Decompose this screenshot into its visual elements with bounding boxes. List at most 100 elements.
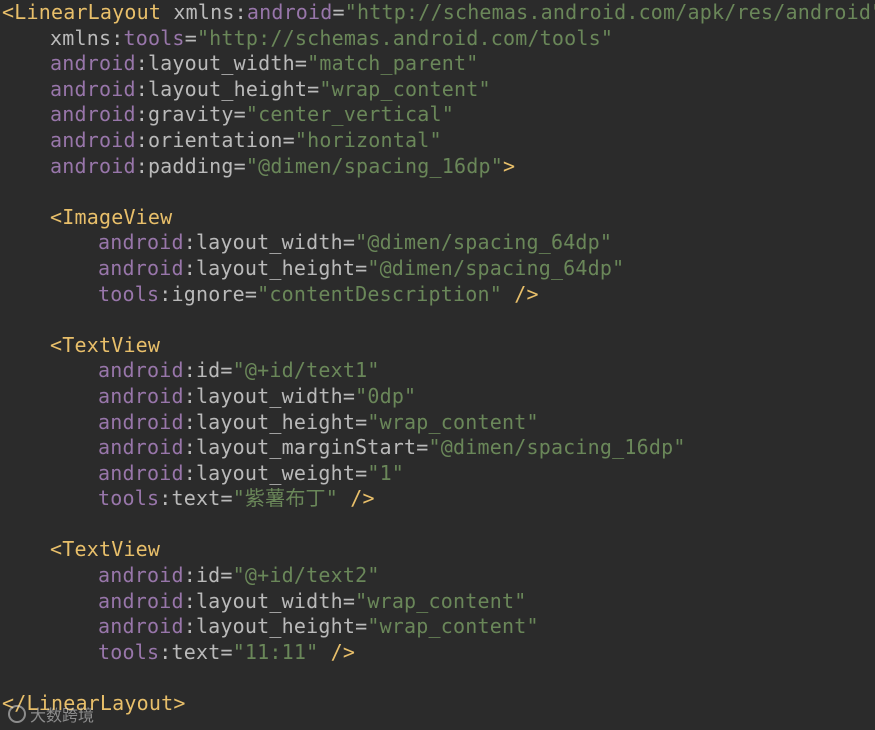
code-line[interactable]: <LinearLayout xmlns:android="http://sche… (2, 0, 875, 26)
code-token-str: "wrap_content" (367, 409, 539, 434)
code-token-attr: layout_height (147, 76, 308, 101)
code-token-tag: /> (337, 486, 375, 511)
code-line[interactable]: tools:text="11:11" /> (2, 640, 875, 666)
code-line[interactable]: android:layout_weight="1" (2, 461, 875, 487)
code-token-attr: layout_weight (195, 460, 356, 485)
code-token-str: "@+id/text2" (232, 563, 380, 588)
code-token-str: "0dp" (355, 383, 417, 408)
code-line[interactable] (2, 307, 875, 333)
code-line[interactable]: android:layout_width="wrap_content" (2, 589, 875, 615)
code-editor[interactable]: <LinearLayout xmlns:android="http://sche… (0, 0, 875, 730)
code-token-attr: layout_height (195, 614, 356, 639)
code-token-attr: orientation (147, 127, 283, 152)
code-token-attr: padding (147, 153, 234, 178)
code-token-str: "紫薯布丁" (232, 486, 338, 511)
code-token-eq: = (244, 281, 258, 306)
code-token-punc: : (183, 460, 196, 485)
code-token-eq: = (355, 614, 368, 639)
code-token-punc: : (135, 127, 148, 152)
code-line[interactable]: android:orientation="horizontal" (2, 128, 875, 154)
code-token-ns: android (98, 588, 184, 613)
code-line[interactable]: android:layout_width="match_parent" (2, 51, 875, 77)
code-token-eq: = (342, 230, 356, 255)
code-line[interactable]: android:gravity="center_vertical" (2, 102, 875, 128)
code-token-ns: tools (123, 25, 185, 50)
code-token-ns: tools (98, 281, 160, 306)
code-token-eq: = (342, 588, 356, 613)
code-token-punc: : (135, 76, 148, 101)
code-token-punc: : (183, 435, 196, 460)
code-line[interactable] (2, 512, 875, 538)
code-line[interactable] (2, 179, 875, 205)
code-token-punc: : (135, 102, 148, 127)
code-token-str: "@dimen/spacing_16dp" (428, 435, 686, 460)
code-line[interactable]: <ImageView (2, 205, 875, 231)
code-token-tag: /> (318, 639, 356, 664)
code-token-punc: : (159, 281, 172, 306)
code-token-attr: ignore (171, 281, 245, 306)
code-token-attr: id (195, 358, 221, 383)
code-token-eq: = (416, 435, 429, 460)
code-line[interactable]: android:layout_width="@dimen/spacing_64d… (2, 230, 875, 256)
code-token-str: "@+id/text1" (232, 358, 380, 383)
code-line[interactable]: android:layout_height="@dimen/spacing_64… (2, 256, 875, 282)
code-token-punc: : (183, 383, 196, 408)
code-token-attr: layout_height (195, 255, 356, 280)
code-token-attr: layout_width (147, 51, 295, 76)
code-token-str: "@dimen/spacing_16dp" (245, 153, 503, 178)
code-token-attr: layout_height (195, 409, 356, 434)
code-token-eq: = (355, 409, 368, 434)
code-token-str: "@dimen/spacing_64dp" (367, 255, 625, 280)
code-token-ns: android (50, 51, 136, 76)
code-token-tag: <LinearLayout (2, 0, 174, 24)
code-line[interactable]: android:layout_width="0dp" (2, 384, 875, 410)
code-token-ns: tools (98, 486, 160, 511)
code-line[interactable]: android:layout_height="wrap_content" (2, 410, 875, 436)
code-token-ns: android (98, 409, 184, 434)
code-token-str: "11:11" (232, 639, 319, 664)
code-token-eq: = (355, 255, 368, 280)
code-line[interactable]: android:id="@+id/text1" (2, 358, 875, 384)
code-line[interactable]: <TextView (2, 333, 875, 359)
code-token-attr: id (195, 563, 221, 588)
code-token-eq: = (282, 127, 295, 152)
code-token-eq: = (233, 102, 246, 127)
code-line[interactable]: </LinearLayout> (2, 691, 875, 717)
code-line[interactable]: xmlns:tools="http://schemas.android.com/… (2, 26, 875, 52)
code-line[interactable]: android:padding="@dimen/spacing_16dp"> (2, 154, 875, 180)
code-token-str: "wrap_content" (367, 614, 539, 639)
code-token-str: "1" (367, 460, 405, 485)
code-line[interactable]: tools:ignore="contentDescription" /> (2, 282, 875, 308)
code-token-str: "center_vertical" (245, 102, 454, 127)
code-line[interactable]: android:layout_height="wrap_content" (2, 614, 875, 640)
code-token-eq: = (307, 76, 320, 101)
code-line[interactable] (2, 665, 875, 691)
code-token-punc: : (183, 409, 196, 434)
code-token-str: "match_parent" (307, 51, 479, 76)
code-token-str: "http://schemas.android.com/apk/res/andr… (344, 0, 875, 24)
code-token-punc: : (111, 25, 124, 50)
code-token-attr: layout_width (195, 230, 343, 255)
code-line[interactable]: tools:text="紫薯布丁" /> (2, 486, 875, 512)
code-token-ns: android (98, 255, 184, 280)
code-token-eq: = (220, 639, 233, 664)
code-token-attr: xmlns (50, 25, 112, 50)
code-line[interactable]: <TextView (2, 537, 875, 563)
code-line[interactable]: android:layout_marginStart="@dimen/spaci… (2, 435, 875, 461)
code-line[interactable]: android:id="@+id/text2" (2, 563, 875, 589)
code-token-ns: android (50, 102, 136, 127)
code-token-eq: = (355, 460, 368, 485)
xml-code-block[interactable]: <LinearLayout xmlns:android="http://sche… (2, 0, 875, 717)
code-line[interactable]: android:layout_height="wrap_content" (2, 77, 875, 103)
code-token-punc: : (183, 358, 196, 383)
code-token-eq: = (220, 358, 233, 383)
code-token-eq: = (342, 383, 356, 408)
code-token-attr: text (171, 639, 221, 664)
code-token-punc: : (135, 153, 148, 178)
code-token-tag: <ImageView (50, 204, 173, 229)
code-token-ns: android (50, 127, 136, 152)
code-token-ns: android (246, 0, 333, 24)
code-token-eq: = (294, 51, 308, 76)
code-token-str: "http://schemas.android.com/tools" (196, 25, 614, 50)
code-token-punc: : (183, 255, 196, 280)
